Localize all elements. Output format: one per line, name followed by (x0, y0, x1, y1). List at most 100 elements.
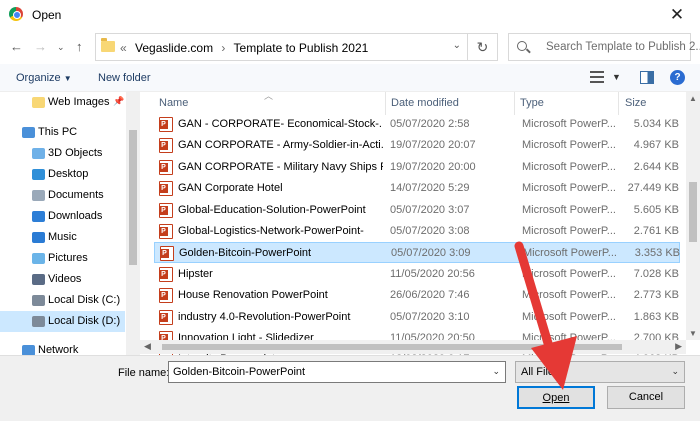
column-header-size[interactable]: Size (625, 97, 646, 109)
file-type: Microsoft PowerP... (522, 118, 616, 130)
refresh-icon[interactable]: ↻ (467, 34, 497, 60)
sidebar-item-label: Videos (48, 273, 82, 285)
file-row[interactable]: GAN CORPORATE - Military Navy Ships P...… (154, 157, 680, 178)
help-icon[interactable]: ? (670, 70, 685, 85)
sidebar-item[interactable]: Network (0, 340, 125, 355)
file-type: Microsoft PowerP... (522, 139, 616, 152)
cancel-button[interactable]: Cancel (607, 386, 685, 409)
file-type-filter[interactable]: All File ⌄ (515, 361, 685, 383)
powerpoint-file-icon (159, 309, 173, 325)
file-row[interactable]: Global-Education-Solution-PowerPoint 05/0… (154, 200, 680, 221)
chevron-down-icon: ⌄ (671, 366, 679, 376)
file-list-horizontal-scrollbar[interactable]: ◀ ▶ (140, 340, 686, 354)
computer-icon (22, 127, 35, 138)
sidebar-item[interactable]: Documents (0, 185, 125, 206)
file-row[interactable]: GAN CORPORATE - Army-Soldier-in-Acti... 1… (154, 135, 680, 156)
command-bar: Organize ▼ New folder ▼ ? (0, 64, 700, 92)
file-row[interactable]: Hipster 11/05/2020 20:56 Microsoft PowerP.… (154, 264, 680, 285)
breadcrumb-separator-icon[interactable]: › (221, 41, 225, 55)
view-options-icon[interactable] (590, 71, 604, 83)
sidebar-item-label: Local Disk (D:) (48, 315, 121, 327)
column-divider[interactable] (514, 92, 515, 115)
column-header-date[interactable]: Date modified (391, 97, 459, 109)
new-folder-button[interactable]: New folder (98, 72, 151, 84)
recent-chevron-icon[interactable]: ⌄ (57, 42, 65, 53)
powerpoint-file-icon (159, 117, 173, 132)
file-size: 4.967 KB (633, 139, 679, 152)
sidebar-item[interactable]: Videos (0, 269, 125, 290)
drive-icon (32, 295, 45, 306)
desktop-icon (32, 169, 45, 180)
breadcrumb-item[interactable]: Template to Publish 2021 (234, 41, 369, 55)
vertical-scrollbar-thumb[interactable] (689, 182, 697, 242)
scroll-left-icon[interactable]: ◀ (144, 341, 151, 352)
search-input[interactable]: Search Template to Publish 2... (546, 41, 700, 53)
sidebar-item[interactable]: Web Images 📌 (0, 92, 125, 113)
sidebar-item[interactable]: Downloads (0, 206, 125, 227)
sidebar-item-label: Network (38, 344, 79, 355)
file-name-input[interactable] (173, 366, 473, 378)
file-list: ︿ Name Date modified Type Size GAN - COR… (140, 92, 700, 355)
preview-pane-icon[interactable] (640, 71, 654, 84)
sidebar-item[interactable]: This PC (0, 122, 125, 143)
powerpoint-file-icon (160, 246, 174, 262)
sidebar-item-label: This PC (38, 126, 78, 138)
file-type: Microsoft PowerP... (522, 310, 616, 323)
sidebar-item[interactable]: 3D Objects (0, 143, 125, 164)
horizontal-scrollbar-thumb[interactable] (162, 344, 622, 350)
sidebar-item-label: 3D Objects (48, 147, 103, 159)
file-date: 14/07/2020 5:29 (390, 182, 470, 195)
sidebar-item[interactable]: Music (0, 227, 125, 248)
file-size: 2.644 KB (633, 160, 679, 173)
column-header-type[interactable]: Type (520, 97, 544, 109)
column-divider[interactable] (618, 92, 619, 115)
file-row[interactable]: industry 4.0-Revolution-PowerPoint 05/07/… (154, 307, 680, 328)
nav-scrollbar[interactable] (126, 92, 140, 355)
sidebar-item[interactable]: Local Disk (D:) (0, 311, 125, 332)
pin-icon: 📌 (113, 96, 125, 106)
powerpoint-file-icon (159, 202, 173, 218)
breadcrumb-overflow[interactable]: « (120, 41, 127, 55)
file-type: Microsoft PowerP... (522, 225, 616, 237)
address-dropdown-icon[interactable]: ⌄ (453, 40, 461, 51)
file-size: 2.773 KB (633, 289, 679, 302)
file-date: 05/07/2020 3:10 (390, 310, 470, 323)
sidebar-item-label: Downloads (48, 210, 103, 222)
sidebar-item[interactable]: Desktop (0, 164, 125, 185)
nav-scrollbar-thumb[interactable] (129, 130, 137, 265)
file-row[interactable]: GAN Corporate Hotel 14/07/2020 5:29 Micros… (154, 178, 680, 199)
scroll-up-icon[interactable]: ▲ (689, 94, 697, 103)
file-date: 05/07/2020 3:08 (390, 225, 470, 237)
folder-icon (101, 38, 115, 52)
documents-icon (32, 190, 45, 201)
column-header-name[interactable]: Name (159, 97, 188, 109)
file-row[interactable]: Global-Logistics-Network-PowerPoint- 05/0… (154, 221, 680, 242)
close-icon[interactable]: ✕ (654, 0, 700, 30)
address-bar[interactable]: « Vegaslide.com › Template to Publish 20… (95, 33, 498, 61)
back-icon[interactable]: ← (10, 39, 23, 54)
file-type: Microsoft PowerP... (522, 267, 616, 280)
column-divider[interactable] (385, 92, 386, 115)
file-list-vertical-scrollbar[interactable]: ▲ ▼ (686, 92, 700, 340)
file-name-combobox[interactable]: ⌄ (168, 361, 506, 383)
organize-button[interactable]: Organize ▼ (16, 72, 72, 84)
sidebar-item[interactable]: Local Disk (C:) (0, 290, 125, 311)
powerpoint-file-icon (159, 224, 173, 239)
scroll-right-icon[interactable]: ▶ (675, 341, 682, 352)
file-type: Microsoft PowerP... (522, 182, 616, 195)
up-icon[interactable]: ↑ (76, 39, 83, 54)
sidebar-item[interactable]: Pictures (0, 248, 125, 269)
pictures-icon (32, 253, 45, 264)
file-name-dropdown-icon[interactable]: ⌄ (492, 366, 500, 377)
file-row[interactable]: GAN - CORPORATE- Economical-Stock-... 05/… (154, 114, 680, 135)
file-date: 05/07/2020 3:09 (391, 247, 471, 260)
file-row[interactable]: House Renovation PowerPoint 26/06/2020 7:… (154, 285, 680, 306)
scroll-down-icon[interactable]: ▼ (689, 329, 697, 338)
search-box[interactable]: Search Template to Publish 2... (508, 33, 700, 61)
view-dropdown-icon[interactable]: ▼ (612, 72, 621, 82)
forward-icon[interactable]: → (34, 39, 47, 54)
open-button[interactable]: Open (517, 386, 595, 409)
file-row[interactable]: Golden-Bitcoin-PowerPoint 05/07/2020 3:09… (154, 242, 680, 264)
breadcrumb-item[interactable]: Vegaslide.com (135, 41, 213, 55)
file-name-label: File name: (118, 367, 170, 379)
